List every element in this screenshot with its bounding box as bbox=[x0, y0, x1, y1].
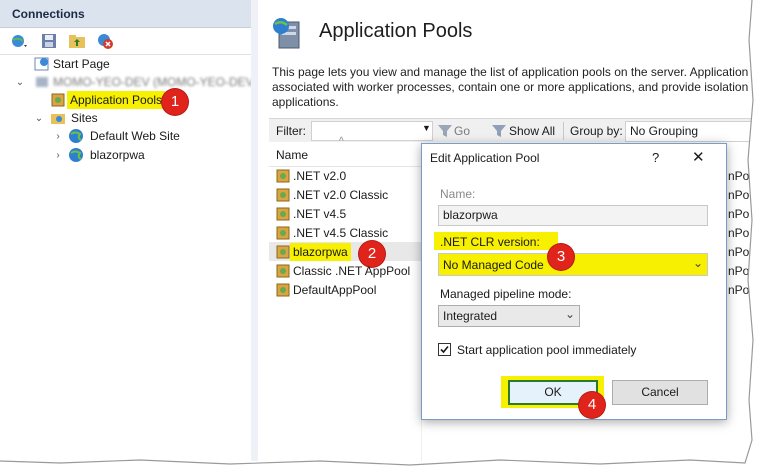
close-icon[interactable]: ✕ bbox=[692, 148, 705, 166]
chevron-down-icon: ⌄ bbox=[565, 307, 576, 321]
filter-label: Filter: bbox=[276, 124, 306, 138]
help-button[interactable]: ? bbox=[652, 150, 659, 165]
status-cell: nPo bbox=[728, 169, 750, 183]
collapse-chevron-icon[interactable]: › bbox=[53, 128, 63, 146]
status-cell: nPo bbox=[728, 226, 750, 240]
pool-name: .NET v4.5 bbox=[293, 207, 347, 221]
checkmark-icon bbox=[440, 345, 449, 354]
globe-icon bbox=[68, 128, 84, 144]
app-pool-icon bbox=[275, 206, 291, 222]
save-icon[interactable] bbox=[40, 32, 58, 50]
up-folder-icon[interactable] bbox=[68, 32, 86, 50]
pool-name: DefaultAppPool bbox=[293, 283, 377, 297]
sort-arrow-icon: ^ bbox=[339, 136, 344, 147]
page-description: This page lets you view and manage the l… bbox=[272, 65, 750, 110]
name-field[interactable]: blazorpwa bbox=[438, 205, 708, 226]
filter-dropdown-icon[interactable]: ▼ bbox=[422, 123, 431, 133]
start-page-icon bbox=[34, 56, 50, 72]
description-line: applications. bbox=[272, 95, 339, 109]
tree-label: Sites bbox=[71, 111, 98, 125]
tree-label: Start Page bbox=[53, 57, 110, 71]
app-pools-header-icon bbox=[271, 16, 305, 50]
tree-label: MOMO-YEO-DEV (MOMO-YEO-DEV\... bbox=[53, 75, 268, 89]
pool-name: .NET v2.0 Classic bbox=[293, 188, 389, 202]
status-cell: nPo bbox=[728, 264, 750, 278]
tree-label: Application Pools bbox=[67, 91, 166, 109]
app-pool-icon bbox=[275, 168, 291, 184]
cancel-button[interactable]: Cancel bbox=[612, 380, 708, 405]
splitter[interactable] bbox=[251, 0, 258, 461]
description-line: associated with worker processes, contai… bbox=[272, 80, 749, 94]
filter-input[interactable] bbox=[311, 121, 433, 141]
app-pool-icon bbox=[275, 282, 291, 298]
dialog-title: Edit Application Pool bbox=[430, 151, 540, 165]
show-all-button[interactable]: Show All bbox=[509, 124, 555, 138]
app-pool-icon bbox=[275, 244, 291, 260]
pool-name: Classic .NET AppPool bbox=[293, 264, 411, 278]
toolbar-separator bbox=[563, 122, 564, 140]
column-name-label: Name bbox=[276, 148, 309, 162]
clr-version-label: .NET CLR version: bbox=[440, 235, 540, 249]
pipeline-select[interactable]: Integrated ⌄ bbox=[438, 305, 580, 327]
pool-name: .NET v4.5 Classic bbox=[293, 226, 389, 240]
name-label: Name: bbox=[440, 187, 476, 201]
edit-app-pool-dialog: Edit Application Pool ? ✕ Name: blazorpw… bbox=[421, 143, 727, 420]
app-pool-icon bbox=[275, 187, 291, 203]
callout-4: 4 bbox=[579, 392, 605, 418]
pool-name: .NET v2.0 bbox=[293, 169, 347, 183]
page-title: Application Pools bbox=[319, 20, 473, 42]
expand-chevron-icon[interactable]: ⌄ bbox=[34, 110, 44, 128]
start-immediately-checkbox[interactable] bbox=[438, 343, 451, 356]
disconnect-icon[interactable] bbox=[96, 32, 114, 50]
connections-header: Connections bbox=[0, 0, 251, 28]
pool-name: blazorpwa bbox=[290, 243, 351, 261]
column-header-name[interactable]: Name ^ bbox=[269, 136, 421, 167]
callout-3: 3 bbox=[548, 244, 574, 270]
chevron-down-icon: ⌄ bbox=[693, 256, 704, 270]
collapse-chevron-icon[interactable]: › bbox=[53, 147, 63, 165]
app-pool-icon bbox=[275, 225, 291, 241]
app-pool-icon bbox=[50, 92, 66, 108]
funnel-icon bbox=[437, 123, 453, 139]
go-button[interactable]: Go bbox=[454, 124, 470, 138]
group-by-value: No Grouping bbox=[630, 124, 699, 138]
start-immediately-label: Start application pool immediately bbox=[457, 343, 637, 357]
pipeline-value: Integrated bbox=[443, 309, 498, 323]
pipeline-label: Managed pipeline mode: bbox=[440, 287, 572, 301]
app-pool-icon bbox=[275, 263, 291, 279]
status-cell: nPo bbox=[728, 245, 750, 259]
sites-folder-icon bbox=[50, 110, 66, 126]
expand-chevron-icon[interactable]: ⌄ bbox=[15, 74, 25, 92]
status-column-partial: nPo nPo nPo nPo nPo nPo nPo bbox=[728, 167, 758, 300]
status-cell: nPo bbox=[728, 283, 750, 297]
group-by-label: Group by: bbox=[570, 124, 623, 138]
connections-toolbar bbox=[0, 28, 251, 55]
description-line: This page lets you view and manage the l… bbox=[272, 65, 749, 79]
server-icon bbox=[34, 74, 50, 90]
connect-globe-icon[interactable] bbox=[10, 32, 28, 50]
tree-label: blazorpwa bbox=[90, 148, 145, 162]
clr-version-value: No Managed Code bbox=[443, 258, 544, 272]
status-cell: nPo bbox=[728, 207, 750, 221]
tree-label: Default Web Site bbox=[90, 129, 180, 143]
callout-1: 1 bbox=[162, 89, 188, 115]
show-all-icon bbox=[491, 123, 507, 139]
globe-icon bbox=[68, 147, 84, 163]
status-cell: nPo bbox=[728, 188, 750, 202]
connections-panel: Connections Start Page ⌄ MOMO-YEO-DEV (M… bbox=[0, 0, 267, 461]
